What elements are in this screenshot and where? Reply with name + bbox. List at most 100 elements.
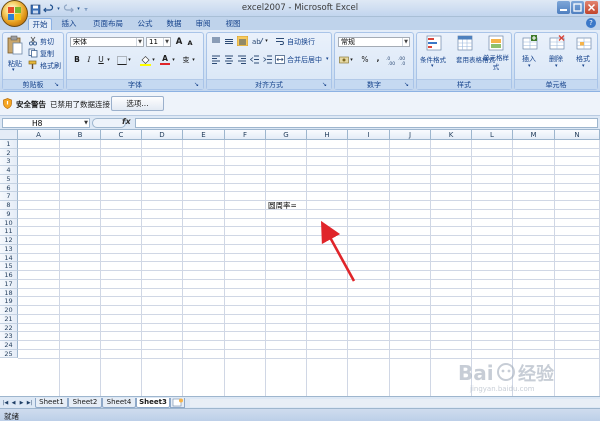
percent-button[interactable]: % — [360, 55, 370, 65]
column-header-m[interactable]: M — [513, 130, 555, 140]
accounting-dropdown-icon[interactable]: ▾ — [349, 55, 354, 65]
formula-bar-splitter[interactable] — [92, 118, 126, 128]
row-header-8[interactable]: 8 — [0, 201, 18, 210]
decrease-indent-icon[interactable] — [250, 55, 260, 64]
row-header-2[interactable]: 2 — [0, 148, 18, 158]
italic-button[interactable]: I — [84, 55, 94, 65]
tab-formulas[interactable]: 公式 — [134, 18, 156, 30]
column-header-l[interactable]: L — [472, 130, 513, 140]
align-left-icon[interactable] — [211, 55, 221, 64]
increase-decimal-icon[interactable]: .0.00 — [386, 55, 397, 65]
format-cells-button[interactable]: 格式 ▾ — [571, 35, 597, 79]
accounting-format-icon[interactable] — [339, 55, 349, 65]
column-header-i[interactable]: I — [348, 130, 390, 140]
phonetic-dropdown-icon[interactable]: ▾ — [191, 55, 196, 65]
fill-color-dropdown-icon[interactable]: ▾ — [151, 55, 156, 65]
row-header-6[interactable]: 6 — [0, 183, 18, 193]
underline-button[interactable]: U — [96, 55, 106, 65]
row-header-16[interactable]: 16 — [0, 271, 18, 280]
close-icon[interactable] — [585, 1, 598, 14]
column-header-e[interactable]: E — [183, 130, 225, 140]
tab-review[interactable]: 审阅 — [192, 18, 214, 30]
font-size-dropdown-icon[interactable]: ▼ — [163, 38, 170, 46]
column-header-d[interactable]: D — [142, 130, 183, 140]
row-header-9[interactable]: 9 — [0, 209, 18, 219]
number-launcher-icon[interactable]: ↘ — [404, 81, 411, 88]
insert-sheet-button[interactable] — [170, 398, 185, 408]
border-dropdown-icon[interactable]: ▾ — [127, 55, 132, 65]
orientation-icon[interactable]: ab — [252, 36, 264, 46]
row-header-20[interactable]: 20 — [0, 306, 18, 315]
row-header-18[interactable]: 18 — [0, 288, 18, 298]
conditional-format-button[interactable]: 条件格式 ▾ — [419, 35, 449, 79]
sheet-tab-sheet2[interactable]: Sheet2 — [68, 398, 102, 408]
sheet-tab-sheet4[interactable]: Sheet4 — [102, 398, 136, 408]
column-header-a[interactable]: A — [18, 130, 60, 140]
merge-center-button[interactable]: 合并后居中 ▾ — [275, 54, 331, 65]
column-header-g[interactable]: G — [266, 130, 307, 140]
increase-indent-icon[interactable] — [263, 55, 273, 64]
row-header-11[interactable]: 11 — [0, 227, 18, 237]
orientation-dropdown-icon[interactable]: ▾ — [264, 36, 269, 46]
wrap-text-button[interactable]: 自动换行 — [275, 36, 331, 47]
align-bottom-icon[interactable] — [237, 36, 248, 46]
select-all-corner[interactable] — [0, 130, 18, 140]
copy-button[interactable]: 复制 — [28, 48, 62, 58]
number-format-combo[interactable]: 常规 ▼ — [338, 37, 410, 47]
row-header-15[interactable]: 15 — [0, 262, 18, 272]
first-sheet-icon[interactable]: |◀ — [2, 399, 9, 407]
font-name-dropdown-icon[interactable]: ▼ — [136, 38, 143, 46]
decrease-decimal-icon[interactable]: .00.0 — [398, 55, 409, 65]
tab-view[interactable]: 视图 — [222, 18, 244, 30]
security-options-button[interactable]: 选项... — [111, 96, 164, 111]
sheet-tab-sheet3[interactable]: Sheet3 — [136, 398, 170, 408]
number-format-dropdown-icon[interactable]: ▼ — [402, 38, 409, 46]
align-middle-icon[interactable] — [224, 37, 234, 46]
row-header-19[interactable]: 19 — [0, 297, 18, 307]
align-right-icon[interactable] — [237, 55, 247, 64]
clipboard-launcher-icon[interactable]: ↘ — [54, 81, 61, 88]
row-header-3[interactable]: 3 — [0, 157, 18, 167]
comma-button[interactable]: , — [373, 54, 383, 64]
row-header-24[interactable]: 24 — [0, 341, 18, 350]
name-box-dropdown-icon[interactable]: ▼ — [84, 119, 88, 128]
prev-sheet-icon[interactable]: ◀ — [10, 399, 17, 407]
alignment-launcher-icon[interactable]: ↘ — [322, 81, 329, 88]
minimize-icon[interactable] — [557, 1, 570, 14]
tab-insert[interactable]: 插入 — [57, 18, 81, 30]
column-header-c[interactable]: C — [101, 130, 142, 140]
font-color-button[interactable]: A — [160, 54, 170, 65]
phonetic-button[interactable]: 变 — [181, 55, 191, 65]
row-header-4[interactable]: 4 — [0, 166, 18, 175]
tab-home[interactable]: 开始 — [28, 18, 52, 30]
row-header-13[interactable]: 13 — [0, 244, 18, 254]
insert-cells-button[interactable]: 插入 ▾ — [517, 35, 543, 79]
cut-button[interactable]: 剪切 — [28, 36, 62, 46]
delete-cells-button[interactable]: 删除 ▾ — [544, 35, 570, 79]
row-header-10[interactable]: 10 — [0, 218, 18, 228]
row-header-12[interactable]: 12 — [0, 236, 18, 245]
column-header-n[interactable]: N — [555, 130, 600, 140]
insert-function-button[interactable]: fx — [122, 117, 131, 126]
help-icon[interactable]: ? — [586, 18, 596, 28]
formula-input[interactable] — [135, 118, 598, 128]
last-sheet-icon[interactable]: ▶| — [26, 399, 33, 407]
horizontal-scrollbar[interactable] — [190, 399, 600, 407]
row-header-22[interactable]: 22 — [0, 323, 18, 333]
font-launcher-icon[interactable]: ↘ — [194, 81, 201, 88]
shrink-font-button[interactable]: A — [185, 38, 195, 48]
font-name-combo[interactable]: 宋体 ▼ — [70, 37, 144, 47]
row-header-21[interactable]: 21 — [0, 314, 18, 324]
next-sheet-icon[interactable]: ▶ — [18, 399, 25, 407]
column-header-k[interactable]: K — [431, 130, 472, 140]
maximize-icon[interactable] — [571, 1, 584, 14]
tab-page-layout[interactable]: 页面布局 — [88, 18, 128, 30]
cell-g8[interactable]: 圆周率= — [268, 200, 297, 211]
font-color-dropdown-icon[interactable]: ▾ — [171, 55, 176, 65]
border-icon[interactable] — [117, 56, 127, 65]
sheet-tab-sheet1[interactable]: Sheet1 — [35, 398, 68, 408]
grow-font-button[interactable]: A — [174, 37, 184, 47]
align-top-icon[interactable] — [211, 37, 221, 46]
column-header-j[interactable]: J — [390, 130, 431, 140]
row-header-23[interactable]: 23 — [0, 332, 18, 341]
